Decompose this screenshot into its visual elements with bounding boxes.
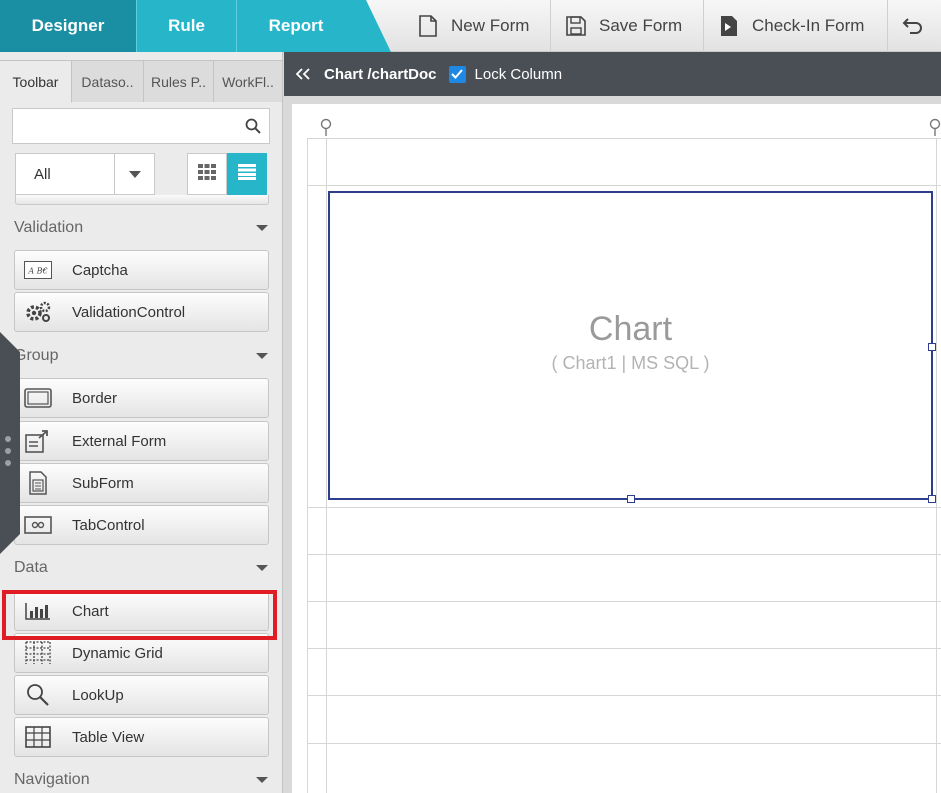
- table-view-label: Table View: [72, 728, 145, 746]
- validation-control-label: ValidationControl: [72, 303, 186, 321]
- double-chevron-left-icon[interactable]: [295, 64, 310, 85]
- caret-down-icon: [256, 225, 268, 231]
- new-form-label: New Form: [451, 16, 530, 35]
- grid-col-line: [307, 138, 308, 793]
- caret-down-icon: [256, 353, 268, 359]
- tab-datasource[interactable]: Dataso..: [72, 60, 144, 102]
- tab-report[interactable]: Report: [236, 0, 391, 52]
- toolbox-item-external-form[interactable]: External Form: [14, 421, 269, 461]
- tab-workflow[interactable]: WorkFl..: [214, 60, 283, 102]
- magnifier-icon: [24, 682, 52, 708]
- caret-down-icon: [256, 565, 268, 571]
- save-icon: [565, 14, 587, 38]
- captcha-label: Captcha: [72, 261, 128, 279]
- panel-tabs: Toolbar Dataso.. Rules P.. WorkFl..: [0, 60, 283, 103]
- lock-column-label: Lock Column: [474, 65, 563, 83]
- section-navigation-label: Navigation: [14, 771, 90, 788]
- list-icon: [238, 163, 256, 185]
- grid-row-line: [307, 743, 941, 744]
- checkin-form-label: Check-In Form: [752, 16, 865, 35]
- grid-col-line: [936, 138, 937, 793]
- list-item: [15, 195, 269, 205]
- undo-icon: [902, 14, 924, 38]
- grid-col-line: [326, 138, 327, 793]
- grid-row-line: [307, 648, 941, 649]
- section-data[interactable]: Data: [14, 558, 270, 578]
- toolbox-item-table-view[interactable]: Table View: [14, 717, 269, 757]
- tab-designer[interactable]: Designer: [0, 0, 136, 52]
- chevron-down-icon[interactable]: [114, 154, 154, 194]
- lock-column-checkbox[interactable]: [448, 65, 466, 83]
- design-canvas[interactable]: Chart ( Chart1 | MS SQL ): [292, 104, 941, 793]
- chart-placeholder-title: Chart: [588, 310, 673, 348]
- tabcontrol-icon: [24, 512, 52, 538]
- chart-highlight-annotation: [2, 590, 277, 640]
- border-icon: [24, 385, 52, 411]
- new-document-icon: [417, 14, 439, 38]
- toolbox-item-captcha[interactable]: A B€ Captcha: [14, 250, 269, 290]
- grid-row-line: [307, 601, 941, 602]
- drag-dots-icon: [5, 436, 13, 472]
- checkin-icon: [718, 14, 740, 38]
- new-form-button[interactable]: New Form: [403, 0, 550, 52]
- top-toolbar: Designer Rule Report New Form Save Form …: [0, 0, 941, 52]
- grid-row-line: [307, 554, 941, 555]
- section-validation[interactable]: Validation: [14, 218, 270, 238]
- tab-toolbar[interactable]: Toolbar: [0, 60, 72, 103]
- section-data-label: Data: [14, 559, 48, 576]
- table-icon: [24, 724, 52, 750]
- section-group[interactable]: Group: [14, 346, 270, 366]
- caret-down-icon: [256, 777, 268, 783]
- category-filter-value: All: [34, 165, 51, 183]
- grid-row-line: [307, 507, 941, 508]
- designer-header: Chart /chartDoc Lock Column: [284, 52, 941, 96]
- tab-report-label: Report: [268, 16, 324, 35]
- search-icon[interactable]: [245, 118, 261, 139]
- dynamic-grid-icon: [24, 640, 52, 666]
- section-validation-label: Validation: [14, 219, 84, 236]
- tabcontrol-label: TabControl: [72, 516, 145, 534]
- list-view-button[interactable]: [227, 153, 267, 195]
- grid-icon: [198, 163, 216, 185]
- resize-handle-corner[interactable]: [928, 495, 936, 503]
- chart-control[interactable]: Chart ( Chart1 | MS SQL ): [328, 191, 936, 503]
- external-form-icon: [24, 428, 52, 454]
- section-navigation[interactable]: Navigation: [14, 770, 270, 790]
- border-label: Border: [72, 389, 118, 407]
- resize-handle-right[interactable]: [928, 343, 936, 351]
- save-form-button[interactable]: Save Form: [550, 0, 703, 52]
- captcha-icon-text: A B€: [27, 267, 47, 276]
- subform-icon: [24, 470, 52, 496]
- dynamic-grid-label: Dynamic Grid: [72, 644, 163, 662]
- undo-button[interactable]: [887, 0, 941, 52]
- grid-row-line: [307, 185, 941, 186]
- toolbox-item-tabcontrol[interactable]: TabControl: [14, 505, 269, 545]
- grid-view-button[interactable]: [187, 153, 227, 195]
- toolbox-item-validation-control[interactable]: ValidationControl: [14, 292, 269, 332]
- grid-row-line: [307, 138, 941, 139]
- category-filter-select[interactable]: All: [15, 153, 155, 195]
- toolbox-item-lookup[interactable]: LookUp: [14, 675, 269, 715]
- toolbox-item-border[interactable]: Border: [14, 378, 269, 418]
- tab-rule[interactable]: Rule: [136, 0, 236, 52]
- subform-label: SubForm: [72, 474, 134, 492]
- control-path: Chart /chartDoc: [324, 65, 437, 83]
- toolbox-panel: Toolbar Dataso.. Rules P.. WorkFl.. All …: [0, 52, 283, 793]
- save-form-label: Save Form: [599, 16, 683, 35]
- captcha-icon: A B€: [24, 257, 52, 283]
- grid-row-line: [307, 695, 941, 696]
- resize-handle-bottom[interactable]: [627, 495, 635, 503]
- gears-icon: [24, 299, 52, 325]
- external-form-label: External Form: [72, 432, 167, 450]
- toolbox-item-subform[interactable]: SubForm: [14, 463, 269, 503]
- tab-rules-panel[interactable]: Rules P..: [144, 60, 214, 102]
- chart-placeholder-subtitle: ( Chart1 | MS SQL ): [551, 353, 710, 373]
- toolbox-search-input[interactable]: [12, 108, 270, 144]
- section-group-label: Group: [14, 347, 59, 364]
- checkin-form-button[interactable]: Check-In Form: [703, 0, 887, 52]
- lookup-label: LookUp: [72, 686, 124, 704]
